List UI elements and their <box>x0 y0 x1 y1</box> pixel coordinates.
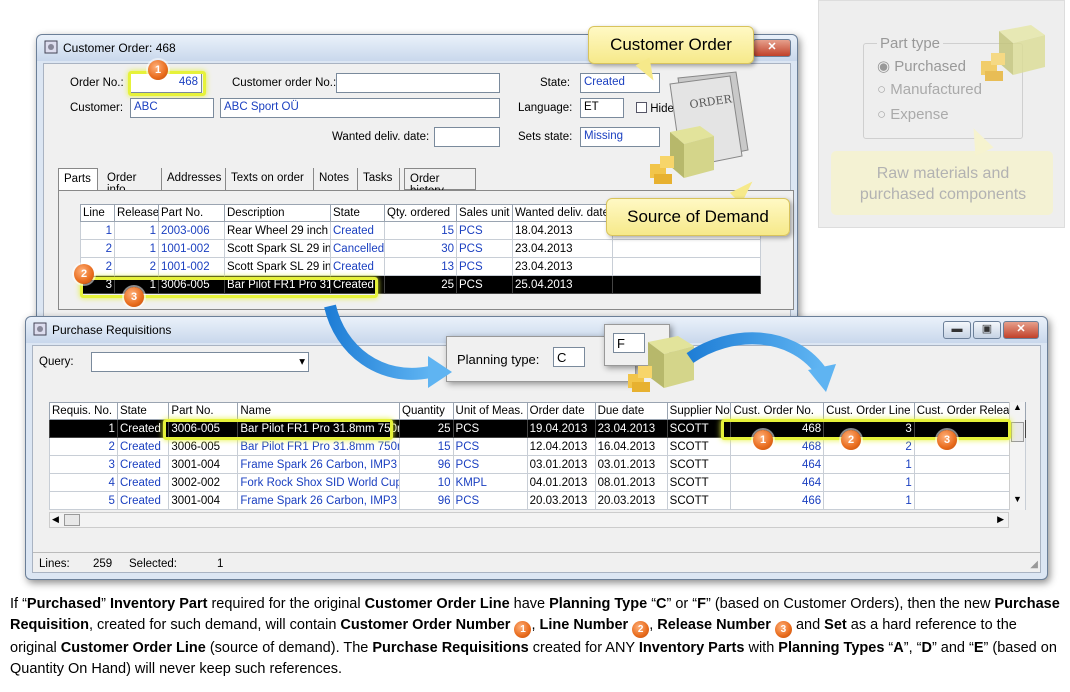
inline-badge-2: 2 <box>632 621 650 638</box>
text: ”, “ <box>903 640 922 656</box>
text: , created for such demand, will contain <box>88 617 341 633</box>
text-bold: Purchased <box>26 596 102 612</box>
text-bold: Set <box>824 617 847 633</box>
text-bold: A <box>893 640 904 656</box>
text-bold: Customer Order Number <box>340 617 511 633</box>
text: have <box>509 596 550 612</box>
text-bold: Planning Types <box>778 640 885 656</box>
text-bold: Customer Order Line <box>60 640 206 656</box>
text: “ <box>647 596 657 612</box>
flow-arrows <box>324 304 836 392</box>
text-bold: C <box>656 596 667 612</box>
text: ” <box>101 596 110 612</box>
text: ” (based on Customer Orders), then the n… <box>705 596 995 612</box>
text: required for the original <box>207 596 365 612</box>
text-bold: Customer Order Line <box>364 596 510 612</box>
explanation-text: If “Purchased” Inventory Part required f… <box>10 594 1060 680</box>
text-bold: Line Number <box>539 617 629 633</box>
arrow-to-planning-type <box>324 304 452 388</box>
text: with <box>744 640 779 656</box>
text-bold: Release Number <box>657 617 771 633</box>
text: ” and “ <box>931 640 974 656</box>
text-bold: Inventory Part <box>109 596 208 612</box>
text-bold: Purchase Requisitions <box>372 640 529 656</box>
text: and <box>791 617 825 633</box>
arrow-to-cust-order-columns <box>686 332 836 392</box>
text-bold: D <box>921 640 932 656</box>
inline-badge-3: 3 <box>774 621 792 638</box>
text: created for ANY <box>528 640 639 656</box>
text: If “ <box>10 596 27 612</box>
text: , <box>531 617 540 633</box>
inline-badge-1: 1 <box>514 621 532 638</box>
text-bold: Inventory Parts <box>638 640 745 656</box>
text-bold: Planning Type <box>549 596 648 612</box>
text: (source of demand). The <box>205 640 373 656</box>
text: “ <box>884 640 894 656</box>
text-bold: E <box>973 640 984 656</box>
text-bold: F <box>697 596 706 612</box>
text: ” or “ <box>666 596 698 612</box>
